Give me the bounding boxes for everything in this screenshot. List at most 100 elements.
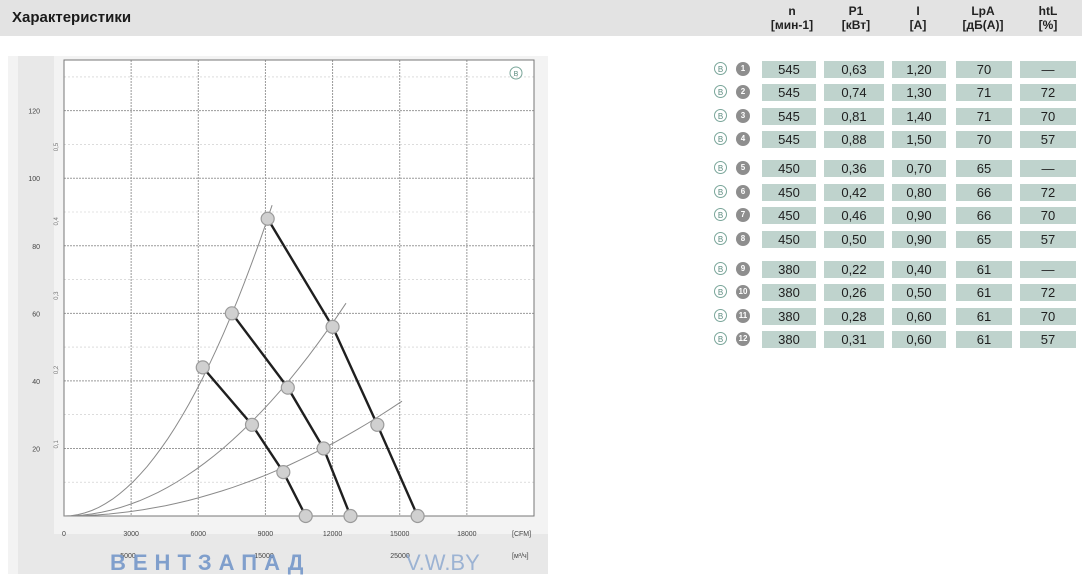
cell-i: 0,40	[892, 261, 946, 278]
x-tick-label: 18000	[457, 531, 477, 538]
row-marker-b: B	[714, 332, 727, 345]
row-marker-b: B	[714, 161, 727, 174]
row-marker-b: B	[714, 62, 727, 75]
y-tick-label: 40	[32, 379, 40, 386]
row-marker-b: B	[714, 208, 727, 221]
x-unit-label: [CFM]	[512, 531, 531, 538]
cell-i: 0,50	[892, 284, 946, 301]
cell-i: 0,60	[892, 308, 946, 325]
cell-p1: 0,74	[824, 84, 884, 101]
cell-n: 450	[762, 231, 816, 248]
operating-point	[343, 508, 358, 524]
cell-i: 1,40	[892, 108, 946, 125]
row-number: 4	[736, 132, 750, 146]
col-head-n: n [мин-1]	[770, 4, 814, 32]
cell-i: 1,50	[892, 131, 946, 148]
cell-p1: 0,42	[824, 184, 884, 201]
cell-lpa: 66	[956, 184, 1012, 201]
row-number: 5	[736, 161, 750, 175]
col-head-lpa: LpA [дБ(A)]	[962, 4, 1004, 32]
x-tick-label: 9000	[258, 531, 274, 538]
cell-eff: 72	[1020, 284, 1076, 301]
cell-n: 450	[762, 184, 816, 201]
cell-lpa: 61	[956, 308, 1012, 325]
operating-point	[298, 508, 313, 524]
cell-p1: 0,81	[824, 108, 884, 125]
cell-eff: 70	[1020, 108, 1076, 125]
row-number: 7	[736, 208, 750, 222]
x2-unit-label: [м³/ч]	[512, 553, 529, 560]
cell-n: 545	[762, 84, 816, 101]
cell-p1: 0,46	[824, 207, 884, 224]
cell-lpa: 61	[956, 331, 1012, 348]
cell-n: 450	[762, 207, 816, 224]
table-row: B 11 380 0,28 0,60 61 70	[0, 308, 1082, 326]
x-tick-label: 3000	[123, 531, 139, 538]
cell-lpa: 61	[956, 284, 1012, 301]
table-row: B 1 545 0,63 1,20 70 —	[0, 61, 1082, 79]
table-row: B 9 380 0,22 0,40 61 —	[0, 261, 1082, 279]
cell-p1: 0,36	[824, 160, 884, 177]
cell-p1: 0,50	[824, 231, 884, 248]
row-number: 3	[736, 109, 750, 123]
cell-i: 1,20	[892, 61, 946, 78]
x-tick-label: 0	[62, 531, 66, 538]
header-bar: Характеристики n [мин-1] P1 [кВт] I [A] …	[0, 0, 1082, 36]
cell-i: 0,70	[892, 160, 946, 177]
cell-eff: 70	[1020, 207, 1076, 224]
row-marker-b: B	[714, 285, 727, 298]
operating-point	[195, 360, 210, 375]
operating-point	[276, 464, 291, 480]
cell-lpa: 61	[956, 261, 1012, 278]
operating-point	[316, 441, 331, 456]
table-row: B 3 545 0,81 1,40 71 70	[0, 108, 1082, 126]
cell-lpa: 71	[956, 84, 1012, 101]
operating-point	[244, 417, 260, 432]
cell-p1: 0,22	[824, 261, 884, 278]
row-marker-b: B	[714, 232, 727, 245]
row-number: 8	[736, 232, 750, 246]
cell-n: 450	[762, 160, 816, 177]
cell-lpa: 65	[956, 160, 1012, 177]
table-row: B 4 545 0,88 1,50 70 57	[0, 131, 1082, 149]
cell-n: 380	[762, 261, 816, 278]
cell-lpa: 71	[956, 108, 1012, 125]
x-tick-label: 12000	[323, 531, 343, 538]
operating-point	[280, 380, 295, 395]
cell-n: 380	[762, 284, 816, 301]
table-row: B 8 450 0,50 0,90 65 57	[0, 231, 1082, 249]
cell-eff: 72	[1020, 184, 1076, 201]
cell-p1: 0,63	[824, 61, 884, 78]
row-number: 2	[736, 85, 750, 99]
cell-lpa: 66	[956, 207, 1012, 224]
y-tick-label: 20	[32, 446, 40, 453]
cell-n: 380	[762, 308, 816, 325]
row-marker-b: B	[714, 309, 727, 322]
cell-lpa: 70	[956, 131, 1012, 148]
cell-n: 545	[762, 131, 816, 148]
cell-eff: —	[1020, 61, 1076, 78]
section-title: Характеристики	[12, 9, 132, 26]
table-row: B 2 545 0,74 1,30 71 72	[0, 84, 1082, 102]
x-tick-label: 6000	[190, 531, 206, 538]
col-head-p1: P1 [кВт]	[841, 4, 871, 32]
cell-eff: 57	[1020, 331, 1076, 348]
cell-eff: —	[1020, 261, 1076, 278]
cell-p1: 0,88	[824, 131, 884, 148]
row-marker-b: B	[714, 85, 727, 98]
y-right-tick-label: 0,2	[54, 365, 60, 374]
col-head-i: I [A]	[909, 4, 927, 32]
cell-p1: 0,28	[824, 308, 884, 325]
row-marker-b: B	[714, 109, 727, 122]
cell-lpa: 70	[956, 61, 1012, 78]
table-row: B 7 450 0,46 0,90 66 70	[0, 207, 1082, 225]
watermark-suffix: V.W.BY	[406, 550, 480, 575]
table-row: B 5 450 0,36 0,70 65 —	[0, 160, 1082, 178]
row-number: 9	[736, 262, 750, 276]
cell-eff: 70	[1020, 308, 1076, 325]
cell-n: 545	[762, 61, 816, 78]
cell-p1: 0,26	[824, 284, 884, 301]
table-row: B 10 380 0,26 0,50 61 72	[0, 284, 1082, 302]
row-number: 6	[736, 185, 750, 199]
cell-i: 0,90	[892, 207, 946, 224]
